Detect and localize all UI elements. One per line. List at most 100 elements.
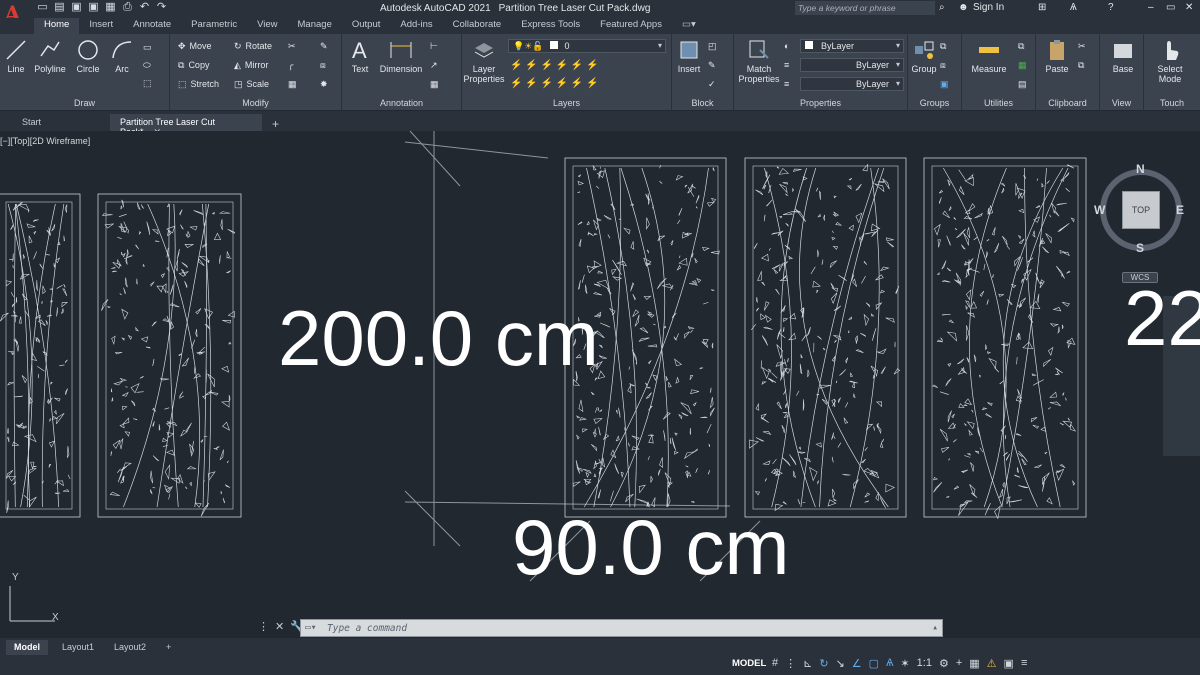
group-button[interactable]: Group [910, 38, 938, 74]
ribbon-tab-add-ins[interactable]: Add-ins [390, 18, 442, 34]
leader-tool[interactable]: ↗ [430, 58, 438, 72]
osnap-icon[interactable]: ∠ [852, 657, 862, 670]
trim-button[interactable]: ✂ [288, 39, 296, 53]
sign-in-link[interactable]: Sign In [973, 2, 1004, 13]
viewcube[interactable]: TOP N S E W [1094, 161, 1186, 257]
hatch-tool[interactable]: ⬭ [143, 58, 151, 72]
group-edit-tool[interactable]: ⧈ [940, 58, 946, 72]
block-panel-title[interactable]: Block [672, 98, 733, 108]
save-icon[interactable]: ▣ [70, 1, 83, 14]
draw-panel-title[interactable]: Draw [0, 98, 169, 108]
plus-icon[interactable]: + [956, 657, 962, 670]
command-history-icon[interactable]: ▭▾ [305, 622, 316, 633]
ribbon-tab-insert[interactable]: Insert [79, 18, 123, 34]
ortho-icon[interactable]: ⊾ [803, 657, 812, 670]
group-select-tool[interactable]: ▣ [940, 77, 949, 91]
open-file-icon[interactable]: ▤ [53, 1, 66, 14]
layout-tab-model[interactable]: Model [6, 640, 48, 655]
command-input[interactable]: ▭▾ Type a command ▴ [300, 619, 943, 637]
modify-panel-title[interactable]: Modify [170, 98, 341, 108]
properties-panel-title[interactable]: Properties [734, 98, 907, 108]
minimize-icon[interactable]: – [1148, 2, 1154, 13]
ribbon-tab-home[interactable]: Home [34, 18, 80, 34]
layers-panel-title[interactable]: Layers [462, 98, 671, 108]
base-button[interactable]: Base [1108, 38, 1138, 74]
array-button[interactable]: ▦ [288, 77, 297, 91]
ribbon-tab-featured-apps[interactable]: Featured Apps [590, 18, 672, 34]
groups-panel-title[interactable]: Groups [908, 98, 961, 108]
circle-button[interactable]: Circle [74, 38, 102, 74]
ribbon-tab-parametric[interactable]: Parametric [181, 18, 247, 34]
offset-button[interactable]: ⧈ [320, 58, 326, 72]
match-properties-button[interactable]: Match Properties [736, 38, 782, 84]
view-panel-title[interactable]: View [1100, 98, 1143, 108]
explode-button[interactable]: ✸ [320, 77, 328, 91]
layer-properties-button[interactable]: Layer Properties [462, 38, 506, 84]
help-icon[interactable]: ? [1108, 2, 1114, 13]
viewport-controls-label[interactable]: [−][Top][2D Wireframe] [0, 136, 90, 146]
dimension-button[interactable]: Dimension [378, 38, 424, 74]
layer-tools-row1[interactable]: ⚡ ⚡ ⚡ ⚡ ⚡ ⚡ [510, 58, 599, 72]
create-block-tool[interactable]: ◰ [708, 39, 717, 53]
fillet-button[interactable]: ╭ [288, 58, 293, 72]
ribbon-tab-annotate[interactable]: Annotate [123, 18, 181, 34]
model-space-toggle[interactable]: MODEL [732, 658, 766, 669]
linetype-dropdown[interactable]: ByLayer [800, 58, 904, 72]
ribbon-tab-manage[interactable]: Manage [288, 18, 342, 34]
ribbon-overflow-icon[interactable]: ▭▾ [672, 18, 706, 34]
ribbon-tab-view[interactable]: View [247, 18, 287, 34]
redo-icon[interactable]: ↷ [155, 1, 168, 14]
cut-tool[interactable]: ✂ [1078, 39, 1086, 53]
maximize-icon[interactable]: ▭ [1166, 2, 1175, 13]
line-button[interactable]: Line [2, 38, 30, 74]
layer-dropdown[interactable]: 💡☀🔓 0 [508, 39, 666, 53]
search-input[interactable]: Type a keyword or phrase [795, 1, 935, 15]
copy-clip-tool[interactable]: ⧉ [1078, 58, 1084, 72]
rotate-button[interactable]: ↻ Rotate [234, 39, 272, 53]
isodraft-icon[interactable]: ↘ [836, 657, 845, 670]
mirror-button[interactable]: ◭ Mirror [234, 58, 268, 72]
cart-icon[interactable]: ⊞ [1038, 2, 1046, 13]
polyline-button[interactable]: Polyline [32, 38, 68, 74]
viewcube-top-face[interactable]: TOP [1122, 191, 1160, 229]
compass-west[interactable]: W [1094, 203, 1105, 217]
annotation-visibility-icon[interactable]: Ѧ [886, 657, 893, 670]
select-mode-button[interactable]: Select Mode [1148, 38, 1192, 84]
rectangle-tool[interactable]: ▭ [143, 40, 152, 54]
insert-button[interactable]: Insert [674, 38, 704, 74]
search-icon[interactable]: ⌕ [939, 2, 945, 13]
close-icon[interactable]: ✕ [1185, 2, 1193, 13]
lineweight-dropdown[interactable]: ByLayer [800, 77, 904, 91]
file-tab-start[interactable]: Start [0, 114, 110, 131]
annotation-panel-title[interactable]: Annotation [342, 98, 461, 108]
print-icon[interactable]: ⎙ [121, 1, 134, 14]
snap-icon[interactable]: ⋮ [785, 657, 796, 670]
clipboard-panel-title[interactable]: Clipboard [1036, 98, 1099, 108]
command-expand-icon[interactable]: ▴ [932, 622, 938, 633]
copy-button[interactable]: ⧉ Copy [178, 58, 209, 72]
new-tab-button[interactable]: + [264, 114, 287, 131]
utilities-panel-title[interactable]: Utilities [962, 98, 1035, 108]
erase-button[interactable]: ✎ [320, 39, 328, 53]
id-point-tool[interactable]: ⧉ [1018, 39, 1024, 53]
quick-select-tool[interactable]: ▦ [1018, 58, 1027, 72]
new-file-icon[interactable]: ▭ [36, 1, 49, 14]
move-button[interactable]: ✥ Move [178, 39, 212, 53]
annotation-scale-value[interactable]: 1:1 [917, 657, 932, 670]
text-button[interactable]: A Text [346, 38, 374, 74]
command-close-icon[interactable]: ✕ [275, 620, 284, 633]
boundary-tool[interactable]: ⬚ [143, 76, 152, 90]
stretch-button[interactable]: ⬚ Stretch [178, 77, 219, 91]
paste-button[interactable]: Paste [1042, 38, 1072, 74]
settings-gear-icon[interactable]: ⚙ [939, 657, 949, 670]
linear-dim-tool[interactable]: ⊢ [430, 39, 438, 53]
ribbon-tab-output[interactable]: Output [342, 18, 391, 34]
wcs-menu[interactable]: WCS [1122, 272, 1158, 283]
autoscale-icon[interactable]: ✶ [900, 657, 909, 670]
undo-icon[interactable]: ↶ [138, 1, 151, 14]
layer-tools-row2[interactable]: ⚡ ⚡ ⚡ ⚡ ⚡ ⚡ [510, 76, 599, 90]
isolate-icon[interactable]: ▦ [969, 657, 979, 670]
customization-icon[interactable]: ≡ [1021, 657, 1027, 670]
polar-icon[interactable]: ↻ [819, 657, 828, 670]
ribbon-tab-express-tools[interactable]: Express Tools [511, 18, 590, 34]
